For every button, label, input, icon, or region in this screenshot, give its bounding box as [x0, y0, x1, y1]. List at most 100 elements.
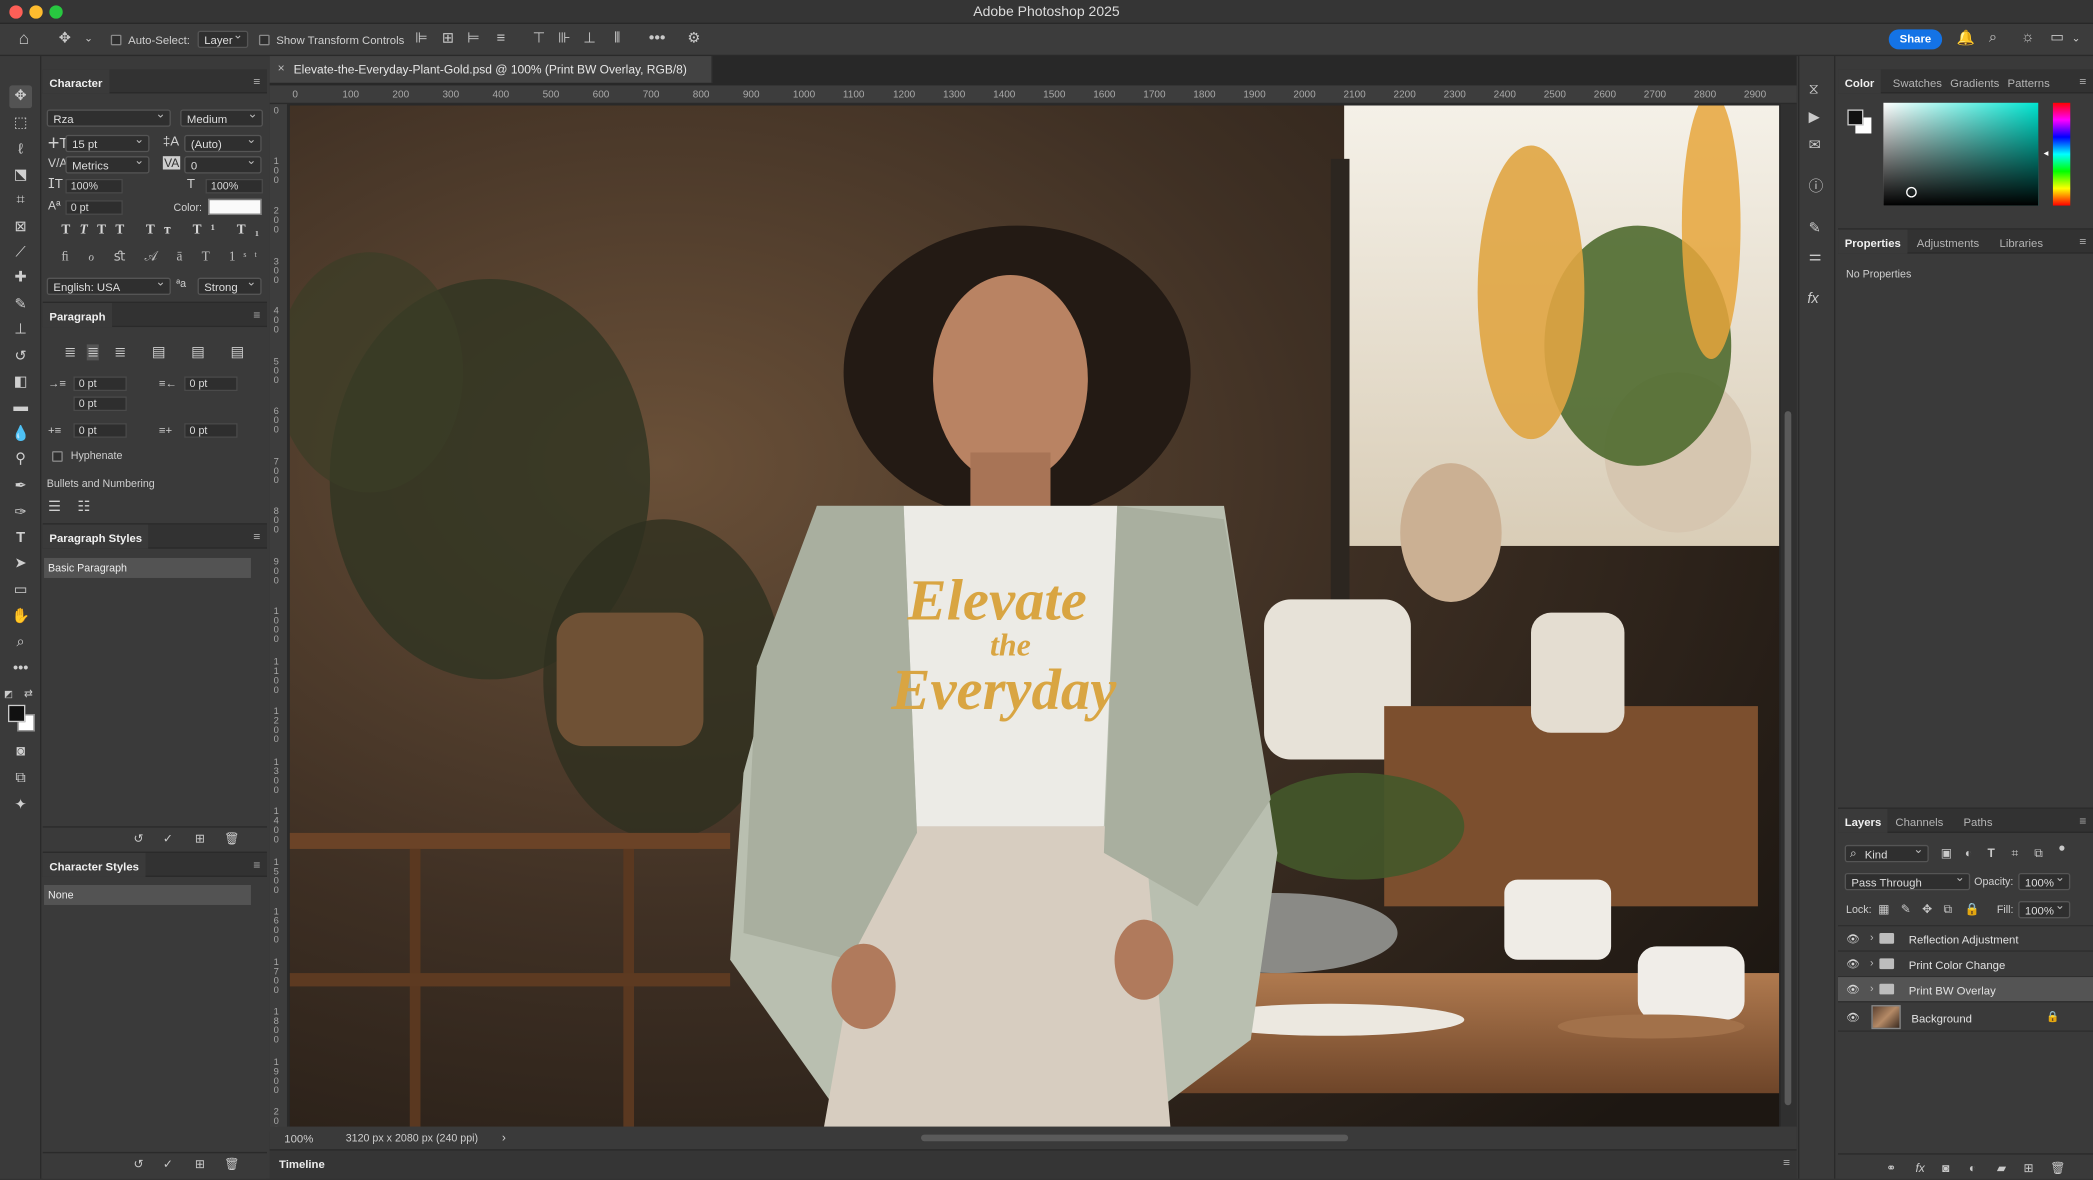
align-vcenter-icon[interactable]: ⊪ — [558, 31, 571, 47]
delete-layer-icon[interactable]: 🗑 — [2050, 1161, 2065, 1176]
align-top-icon[interactable]: ⊤ — [533, 31, 546, 47]
panel-menu-icon[interactable]: ≡ — [253, 75, 260, 88]
space-before-field[interactable]: 0 pt — [73, 423, 127, 438]
layer-row-selected[interactable]: 👁 › Print BW Overlay — [1838, 975, 2093, 1002]
tab-color[interactable]: Color — [1838, 69, 1882, 94]
eyedropper-tool-icon[interactable]: ⟋ — [9, 242, 32, 265]
style-item-basic-paragraph[interactable]: Basic Paragraph — [44, 557, 251, 578]
tab-character-styles[interactable]: Character Styles — [42, 852, 146, 877]
visibility-eye-icon[interactable]: 👁 — [1846, 958, 1860, 970]
lock-artboard-icon[interactable]: ⧉ — [1943, 902, 1952, 917]
panel-menu-icon[interactable]: ≡ — [2079, 75, 2086, 88]
auto-select-checkbox[interactable] — [110, 34, 122, 46]
tab-adjustments[interactable]: Adjustments — [1910, 230, 1986, 254]
leading-field[interactable]: (Auto) — [184, 132, 262, 153]
clear-override-icon[interactable]: ↺ — [133, 1157, 143, 1172]
expand-chevron-icon[interactable]: › — [1870, 982, 1874, 994]
crop-tool-icon[interactable]: ⌗ — [9, 190, 32, 213]
discover-lightbulb-icon[interactable]: ☼ — [2021, 30, 2034, 46]
vertical-scrollbar[interactable] — [1780, 104, 1797, 1127]
visibility-eye-icon[interactable]: 👁 — [1846, 984, 1860, 996]
delete-style-icon[interactable]: 🗑 — [224, 832, 239, 847]
filter-toggle-icon[interactable]: ● — [2058, 841, 2065, 856]
space-after-field[interactable]: 0 pt — [184, 423, 238, 438]
search-icon[interactable]: ⌕ — [1989, 30, 1997, 46]
horizontal-ruler[interactable]: 0 100 200 300 400 500 600 700 800 900 1000 1100 1200… — [269, 85, 1797, 105]
object-selection-tool-icon[interactable]: ⬔ — [9, 164, 32, 187]
tab-paragraph[interactable]: Paragraph — [42, 302, 113, 328]
delete-style-icon[interactable]: 🗑 — [224, 1157, 239, 1172]
home-icon[interactable]: ⌂ — [19, 29, 29, 46]
text-color-swatch[interactable] — [208, 198, 262, 215]
style-item-none[interactable]: None — [44, 884, 251, 905]
color-picker-marker[interactable] — [1906, 186, 1917, 198]
expand-chevron-icon[interactable]: › — [1870, 932, 1874, 944]
indent-right-field[interactable]: 0 pt — [184, 376, 238, 392]
font-size-field[interactable]: 15 pt — [65, 132, 150, 153]
healing-brush-tool-icon[interactable]: ✚ — [9, 267, 32, 290]
link-layers-icon[interactable]: ⚭ — [1886, 1161, 1896, 1176]
tab-channels[interactable]: Channels — [1889, 809, 1950, 833]
show-transform-checkbox[interactable] — [258, 34, 270, 46]
info-icon[interactable]: ⓘ — [1809, 180, 1824, 195]
layer-row[interactable]: 👁 Background 🔒 — [1838, 1001, 2093, 1032]
clone-stamp-tool-icon[interactable]: ⊥ — [9, 319, 32, 342]
history-brush-tool-icon[interactable]: ↺ — [9, 346, 32, 369]
share-button[interactable]: Share — [1888, 29, 1943, 50]
visibility-eye-icon[interactable]: 👁 — [1846, 1012, 1860, 1024]
lasso-tool-icon[interactable]: ℓ — [9, 139, 32, 162]
first-line-indent-field[interactable]: 0 pt — [73, 396, 127, 412]
panel-menu-icon[interactable]: ≡ — [2079, 235, 2086, 248]
tab-swatches[interactable]: Swatches — [1886, 69, 1949, 93]
redefine-style-icon[interactable]: ✓ — [163, 1157, 173, 1172]
more-options-icon[interactable]: ••• — [649, 29, 666, 46]
new-layer-icon[interactable]: ⊞ — [2024, 1161, 2034, 1176]
tab-paragraph-styles[interactable]: Paragraph Styles — [42, 524, 149, 549]
paragraph-align-row[interactable]: ≣≣ ≣ ▤ ▤ ▤ ■ — [64, 343, 289, 361]
panel-menu-icon[interactable]: ≡ — [253, 858, 260, 871]
panel-menu-icon[interactable]: ≡ — [253, 530, 260, 543]
generative-icon[interactable]: ✦ — [9, 794, 32, 817]
styles-fx-icon[interactable]: fx — [1807, 292, 1818, 307]
new-group-icon[interactable]: ▰ — [1997, 1161, 2006, 1176]
font-family-dropdown[interactable]: Rza — [46, 107, 171, 127]
tab-patterns[interactable]: Patterns — [2001, 69, 2057, 93]
indent-left-field[interactable]: 0 pt — [73, 376, 127, 392]
filter-type-icon[interactable]: T — [1988, 846, 1995, 861]
brush-tool-icon[interactable]: ✎ — [9, 294, 32, 317]
workspace-chevron-icon[interactable]: ⌄ — [2072, 31, 2081, 46]
close-document-icon[interactable]: × — [278, 61, 285, 74]
tab-gradients[interactable]: Gradients — [1943, 69, 2006, 93]
move-tool-icon[interactable]: ✥ — [59, 31, 71, 47]
font-style-dropdown[interactable]: Medium — [180, 107, 263, 127]
tab-character[interactable]: Character — [42, 69, 110, 94]
kerning-dropdown[interactable]: Metrics — [65, 154, 150, 174]
hue-slider[interactable] — [2052, 102, 2071, 206]
marquee-tool-icon[interactable]: ⬚ — [9, 112, 32, 135]
history-icon[interactable]: ⧖ — [1809, 82, 1819, 98]
panel-menu-icon[interactable]: ≡ — [2079, 814, 2086, 827]
blur-tool-icon[interactable]: 💧 — [9, 423, 32, 446]
rectangle-tool-icon[interactable]: ▭ — [9, 579, 32, 602]
hyphenate-checkbox[interactable] — [52, 451, 63, 462]
pen-path-tool-icon[interactable]: ✑ — [9, 502, 32, 525]
bullet-list-icon[interactable]: ☰ — [48, 498, 61, 515]
expand-chevron-icon[interactable]: › — [1870, 957, 1874, 969]
auto-select-dropdown[interactable]: Layer — [197, 28, 249, 49]
clear-override-icon[interactable]: ↺ — [133, 832, 143, 847]
blend-mode-dropdown[interactable]: Pass Through — [1844, 870, 1971, 891]
tab-paths[interactable]: Paths — [1957, 809, 1999, 833]
quick-mask-icon[interactable]: ◙ — [9, 741, 32, 764]
zoom-tool-icon[interactable]: ⌕ — [9, 631, 32, 654]
filter-smart-object-icon[interactable]: ⧉ — [2034, 846, 2043, 861]
frame-tool-icon[interactable]: ⊠ — [9, 216, 32, 239]
status-chevron-icon[interactable]: › — [502, 1131, 506, 1144]
foreground-color-swatch[interactable] — [8, 704, 26, 723]
lock-position-icon[interactable]: ✥ — [1922, 902, 1932, 917]
eraser-tool-icon[interactable]: ◧ — [9, 371, 32, 394]
gear-icon[interactable]: ⚙ — [687, 31, 700, 47]
screen-mode-icon[interactable]: ⧉ — [9, 768, 32, 791]
faux-styles-row[interactable]: TTTT Tт T¹ T₁ T T — [61, 223, 320, 238]
fill-field[interactable]: 100% — [2018, 898, 2071, 919]
actions-play-icon[interactable]: ▶ — [1809, 110, 1820, 126]
